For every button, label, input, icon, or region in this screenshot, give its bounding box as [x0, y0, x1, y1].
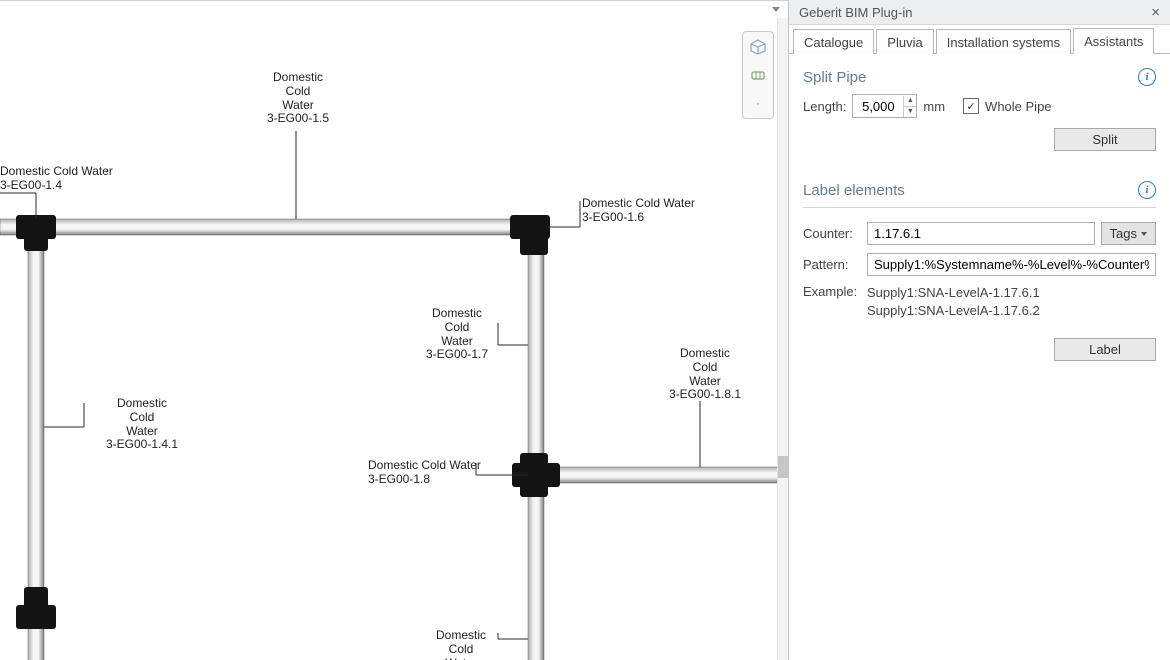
- info-icon[interactable]: i: [1138, 68, 1156, 86]
- pipe-segment[interactable]: [528, 219, 544, 660]
- counter-input[interactable]: [867, 222, 1095, 245]
- example-label: Example:: [803, 284, 861, 320]
- pipe-label: Domestic Cold Water 3-EG00-1.7: [414, 307, 500, 362]
- pipe-segment[interactable]: [540, 467, 788, 483]
- split-button[interactable]: Split: [1054, 128, 1156, 151]
- chevron-down-icon: [1141, 232, 1147, 236]
- pipe-label: Domestic Cold Water 3-EG00-1.8: [368, 459, 481, 487]
- close-icon[interactable]: ×: [1147, 4, 1164, 21]
- panel-body: Split Pipe i Length: ▲ ▼ mm ✓ Whole Pipe…: [789, 54, 1170, 660]
- panel-title: Geberit BIM Plug-in: [799, 5, 912, 20]
- tags-button[interactable]: Tags: [1101, 222, 1156, 245]
- divider: [803, 207, 1156, 208]
- length-input-wrap: ▲ ▼: [852, 94, 917, 118]
- tab-installation-systems[interactable]: Installation systems: [936, 29, 1071, 54]
- pipe-label: Domestic Cold Water 3-EG00-1.6: [582, 197, 695, 225]
- pipe-label: Domestic Cold Water: [418, 629, 504, 660]
- nav-spacer-icon: ·: [747, 92, 769, 114]
- section-title: Split Pipe: [803, 69, 866, 86]
- length-label: Length:: [803, 99, 846, 114]
- tab-pluvia[interactable]: Pluvia: [876, 29, 933, 54]
- pattern-input[interactable]: [867, 253, 1156, 276]
- pipe-segment[interactable]: [0, 219, 548, 235]
- section-label-elements-header: Label elements i: [803, 181, 1156, 199]
- viewcube-icon[interactable]: [747, 36, 769, 58]
- pipe-label: Domestic Cold Water 3-EG00-1.5: [255, 71, 341, 126]
- panel-tabs: Catalogue Pluvia Installation systems As…: [789, 25, 1170, 54]
- spinner-down-icon[interactable]: ▼: [904, 107, 916, 117]
- tags-button-label: Tags: [1110, 226, 1137, 241]
- example-values: Supply1:SNA-LevelA-1.17.6.1 Supply1:SNA-…: [867, 284, 1040, 320]
- panel-header: Geberit BIM Plug-in ×: [789, 0, 1170, 25]
- steering-wheel-icon[interactable]: [747, 64, 769, 86]
- counter-label: Counter:: [803, 226, 861, 241]
- length-input[interactable]: [853, 97, 903, 116]
- example-line: Supply1:SNA-LevelA-1.17.6.1: [867, 284, 1040, 302]
- pipe-label: Domestic Cold Water 3-EG00-1.4: [0, 165, 113, 193]
- label-button[interactable]: Label: [1054, 338, 1156, 361]
- view-dropdown-icon[interactable]: [772, 7, 780, 12]
- whole-pipe-checkbox[interactable]: ✓: [963, 98, 979, 114]
- example-line: Supply1:SNA-LevelA-1.17.6.2: [867, 302, 1040, 320]
- info-icon[interactable]: i: [1138, 181, 1156, 199]
- canvas-scrollbar[interactable]: [777, 18, 788, 660]
- pipe-label: Domestic Cold Water 3-EG00-1.8.1: [660, 347, 750, 402]
- piping-diagram: [0, 1, 788, 660]
- tab-assistants[interactable]: Assistants: [1073, 28, 1154, 54]
- length-unit: mm: [923, 99, 945, 114]
- section-split-pipe-header: Split Pipe i: [803, 68, 1156, 86]
- whole-pipe-label: Whole Pipe: [985, 99, 1051, 114]
- plugin-panel: Geberit BIM Plug-in × Catalogue Pluvia I…: [788, 0, 1170, 660]
- spinner-up-icon[interactable]: ▲: [904, 96, 916, 107]
- pipe-label: Domestic Cold Water 3-EG00-1.4.1: [92, 397, 192, 452]
- tab-catalogue[interactable]: Catalogue: [793, 29, 874, 54]
- view-controls: ·: [742, 31, 774, 119]
- model-view[interactable]: Domestic Cold Water 3-EG00-1.4 Domestic …: [0, 0, 788, 660]
- pattern-label: Pattern:: [803, 257, 861, 272]
- section-title: Label elements: [803, 182, 905, 199]
- length-spinner: ▲ ▼: [903, 96, 916, 117]
